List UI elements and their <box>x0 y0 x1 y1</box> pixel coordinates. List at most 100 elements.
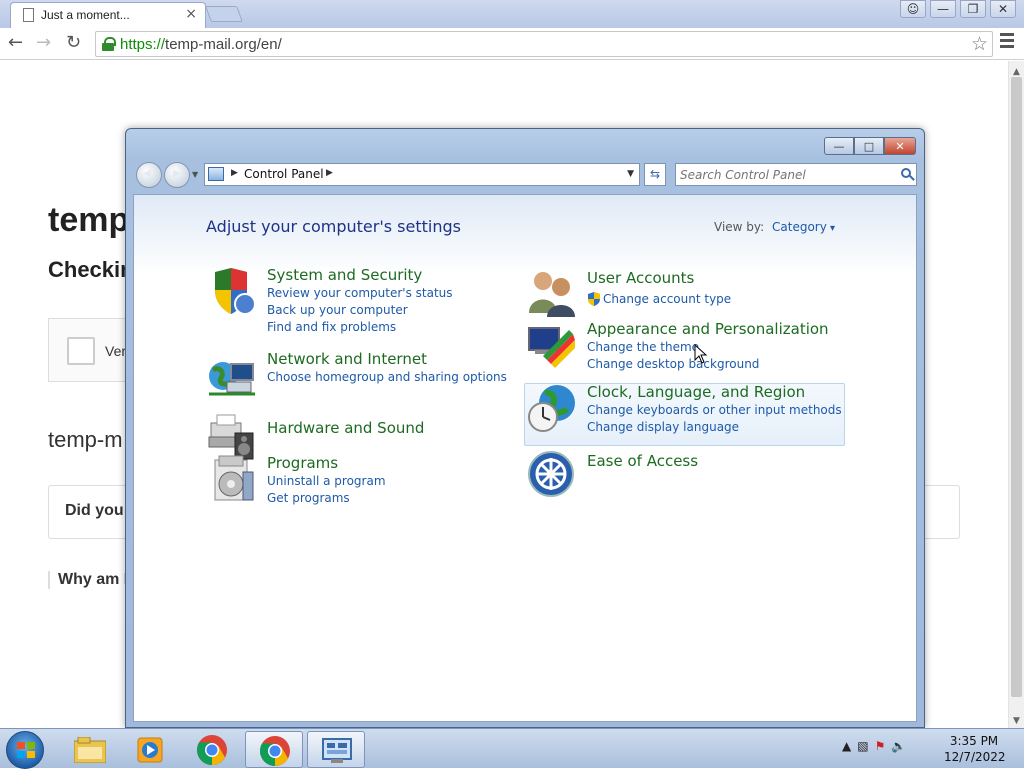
category-title[interactable]: Programs <box>267 454 338 472</box>
clock-globe-icon <box>528 385 575 432</box>
link-homegroup[interactable]: Choose homegroup and sharing options <box>267 370 507 384</box>
cp-minimize-button[interactable]: — <box>824 137 854 155</box>
taskbar-media-player[interactable] <box>121 731 179 768</box>
restore-button[interactable]: ❐ <box>960 0 986 18</box>
verify-checkbox[interactable] <box>67 337 95 365</box>
show-hidden-icons-icon[interactable]: ▲ <box>842 739 851 753</box>
card-text: Did you <box>65 502 124 519</box>
cp-address-bar[interactable]: ▶ Control Panel ▶ ▼ <box>204 163 640 186</box>
taskbar-clock[interactable]: 3:35 PM 12/7/2022 <box>944 733 1006 765</box>
category-title[interactable]: Clock, Language, and Region <box>587 383 805 401</box>
users-icon <box>529 272 575 317</box>
user-icon[interactable]: ☺ <box>900 0 926 18</box>
view-by-label: View by: <box>714 220 765 234</box>
category-title[interactable]: User Accounts <box>587 269 694 287</box>
category-title[interactable]: System and Security <box>267 266 422 284</box>
category-title[interactable]: Appearance and Personalization <box>587 320 829 338</box>
shield-icon <box>215 268 256 315</box>
section-title: temp-m <box>48 427 123 452</box>
cp-window-controls: — □ ✕ <box>824 137 916 155</box>
cp-forward-button[interactable] <box>164 162 190 188</box>
page-heading: temp <box>48 201 130 239</box>
network-icon[interactable]: ▧ <box>857 739 868 753</box>
scroll-up-icon[interactable]: ▲ <box>1013 67 1020 77</box>
taskbar-chrome-2[interactable] <box>245 731 303 768</box>
browser-window-controls: ☺ — ❐ ✕ <box>900 0 1016 18</box>
reload-icon[interactable]: ↻ <box>66 32 81 53</box>
breadcrumb-control-panel[interactable]: Control Panel <box>244 167 324 181</box>
view-by-dropdown[interactable]: Category <box>772 220 835 234</box>
category-title[interactable]: Ease of Access <box>587 452 698 470</box>
link-review-status[interactable]: Review your computer's status <box>267 286 453 300</box>
scroll-down-icon[interactable]: ▼ <box>1013 716 1020 726</box>
why-text: Why am I <box>48 571 128 589</box>
volume-icon[interactable]: 🔈 <box>891 739 906 753</box>
chrome-icon <box>259 736 290 767</box>
cp-close-button[interactable]: ✕ <box>884 137 916 155</box>
page-subheading: Checkin <box>48 257 134 282</box>
scrollbar-thumb[interactable] <box>1011 77 1022 697</box>
clock-date: 12/7/2022 <box>944 750 1006 764</box>
mouse-cursor-icon <box>694 344 708 364</box>
refresh-icon[interactable]: ⇆ <box>644 163 666 186</box>
uac-shield-icon <box>588 292 600 306</box>
control-panel-window: — □ ✕ ▼ ▶ Control Panel ▶ ▼ ⇆ Adjust you… <box>125 128 925 728</box>
link-change-theme[interactable]: Change the theme <box>587 340 699 354</box>
new-tab-button[interactable] <box>205 6 243 22</box>
link-change-background[interactable]: Change desktop background <box>587 357 759 371</box>
link-backup[interactable]: Back up your computer <box>267 303 408 317</box>
back-arrow-icon[interactable]: ← <box>8 32 23 53</box>
clock-time: 3:35 PM <box>949 734 999 748</box>
start-button[interactable] <box>6 731 44 769</box>
link-change-display-language[interactable]: Change display language <box>587 420 739 434</box>
url-text: https://temp-mail.org/en/ <box>120 36 282 53</box>
link-change-account-type[interactable]: Change account type <box>603 292 731 306</box>
system-tray: ▲ ▧ ⚑ 🔈 <box>842 739 906 753</box>
taskbar-chrome-1[interactable] <box>183 731 241 768</box>
search-input[interactable] <box>680 166 890 184</box>
taskbar: ▲ ▧ ⚑ 🔈 3:35 PM 12/7/2022 <box>0 728 1024 769</box>
address-dropdown-icon[interactable]: ▼ <box>627 169 634 179</box>
address-bar[interactable]: https://temp-mail.org/en/ ☆ <box>95 31 993 57</box>
link-uninstall[interactable]: Uninstall a program <box>267 474 386 488</box>
browser-menu-icon[interactable] <box>1000 33 1014 51</box>
page-scrollbar[interactable]: ▲ ▼ <box>1008 61 1024 728</box>
browser-tab[interactable]: Just a moment... × <box>10 2 206 28</box>
taskbar-control-panel[interactable] <box>307 731 365 768</box>
breadcrumb-arrow-icon[interactable]: ▶ <box>326 168 333 178</box>
globe-network-icon <box>209 362 255 396</box>
chrome-icon <box>196 735 227 766</box>
breadcrumb-arrow-icon[interactable]: ▶ <box>231 168 238 178</box>
control-panel-icon <box>322 738 352 763</box>
tab-close-icon[interactable]: × <box>185 6 197 22</box>
cp-heading: Adjust your computer's settings <box>206 217 461 236</box>
tab-title: Just a moment... <box>41 8 130 22</box>
link-change-keyboards[interactable]: Change keyboards or other input methods <box>587 403 842 417</box>
taskbar-explorer[interactable] <box>60 731 118 768</box>
bookmark-star-icon[interactable]: ☆ <box>971 33 988 55</box>
cp-back-button[interactable] <box>136 162 162 188</box>
control-panel-icon <box>208 167 224 181</box>
page-favicon-icon <box>23 8 34 22</box>
category-title[interactable]: Network and Internet <box>267 350 427 368</box>
windows-logo-icon <box>17 742 35 758</box>
forward-arrow-icon[interactable]: → <box>36 32 51 53</box>
folder-icon <box>74 737 106 763</box>
action-center-flag-icon[interactable]: ⚑ <box>875 739 886 753</box>
search-icon[interactable] <box>901 168 911 178</box>
minimize-button[interactable]: — <box>930 0 956 18</box>
cp-search-box[interactable] <box>675 163 917 186</box>
category-title[interactable]: Hardware and Sound <box>267 419 424 437</box>
recent-pages-icon[interactable]: ▼ <box>192 170 198 179</box>
cp-content-area: Adjust your computer's settings View by:… <box>133 194 917 722</box>
programs-icon <box>214 455 254 501</box>
lock-icon <box>102 37 116 51</box>
verify-label: Ver <box>105 343 127 359</box>
ease-of-access-icon <box>528 451 574 497</box>
media-player-icon <box>137 737 163 763</box>
link-fix-problems[interactable]: Find and fix problems <box>267 320 396 334</box>
close-button[interactable]: ✕ <box>990 0 1016 18</box>
link-get-programs[interactable]: Get programs <box>267 491 350 505</box>
appearance-icon <box>528 327 575 368</box>
cp-maximize-button[interactable]: □ <box>854 137 884 155</box>
